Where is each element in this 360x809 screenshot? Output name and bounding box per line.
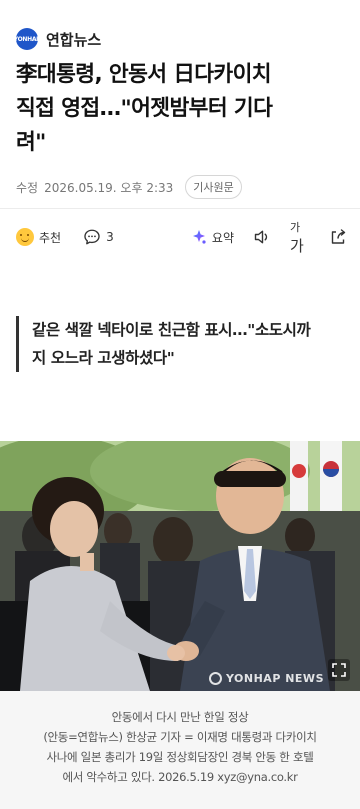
like-label: 추천 — [39, 230, 62, 245]
speaker-icon — [254, 230, 268, 244]
headline-line: 려" — [16, 130, 46, 155]
press-logo-text: YONHAP — [13, 35, 41, 43]
original-article-link[interactable]: 기사원문 — [185, 175, 242, 199]
meta-label: 수정 — [16, 180, 39, 195]
article-headline: 李대통령, 안동서 日다카이치 직접 영접…"어젯밤부터 기다 려" — [16, 58, 348, 160]
caption-line: 사나에 일본 총리가 19일 정상회담장인 경북 안동 한 호텔 — [46, 750, 314, 764]
press-name[interactable]: 연합뉴스 — [46, 29, 101, 50]
speech-bubble-icon — [84, 229, 100, 245]
summary-label: 요약 — [211, 230, 234, 245]
caption-line: (안동=연합뉴스) 한상균 기자 = 이재명 대통령과 다카이치 — [43, 730, 317, 744]
share-button[interactable] — [328, 227, 348, 247]
subhead-line: 같은 색깔 넥타이로 친근함 표시…"소도시까 — [32, 321, 311, 339]
sparkle-icon — [192, 230, 206, 244]
headline-line: 직접 영접…"어젯밤부터 기다 — [16, 96, 273, 121]
expand-icon — [332, 663, 346, 677]
article-meta: 수정 2026.05.19. 오후 2:33 기사원문 — [16, 175, 242, 199]
smile-emoji-icon — [16, 228, 34, 246]
toolbar-right: 요약 가가 — [191, 221, 348, 255]
watermark-text: YONHAP NEWS — [225, 672, 324, 685]
caption-line: 안동에서 다시 만난 한일 정상 — [111, 710, 249, 724]
comment-button[interactable]: 3 — [83, 228, 114, 246]
share-icon — [331, 229, 346, 244]
headline-line: 李대통령, 안동서 日다카이치 — [16, 62, 272, 87]
summary-button[interactable]: 요약 — [191, 229, 234, 246]
article-toolbar: 추천 3 요약 가가 — [16, 221, 348, 255]
tts-button[interactable] — [252, 227, 272, 247]
photo-illustration — [0, 441, 360, 691]
press-header[interactable]: YONHAP 연합뉴스 — [13, 28, 101, 50]
yonhap-mark-icon — [208, 672, 222, 685]
expand-photo-button[interactable] — [328, 659, 350, 681]
comment-count: 3 — [106, 230, 114, 244]
yonhap-logo-icon: YONHAP — [13, 28, 41, 50]
photo-caption: 안동에서 다시 만난 한일 정상 (안동=연합뉴스) 한상균 기자 = 이재명 … — [0, 691, 360, 809]
subhead-line: 지 오느라 고생하셨다" — [32, 349, 175, 367]
divider — [0, 208, 360, 209]
photo-watermark: YONHAP NEWS — [208, 672, 324, 685]
article-subheadline: 같은 색깔 넥타이로 친근함 표시…"소도시까 지 오느라 고생하셨다" — [16, 316, 348, 372]
font-size-button[interactable]: 가가 — [290, 221, 310, 255]
article-photo[interactable]: YONHAP NEWS — [0, 441, 360, 691]
font-size-icon: 가가 — [290, 220, 304, 255]
article-date: 2026.05.19. 오후 2:33 — [44, 180, 174, 195]
like-button[interactable]: 추천 — [16, 228, 61, 246]
caption-line: 에서 악수하고 있다. 2026.5.19 xyz@yna.co.kr — [62, 770, 298, 784]
